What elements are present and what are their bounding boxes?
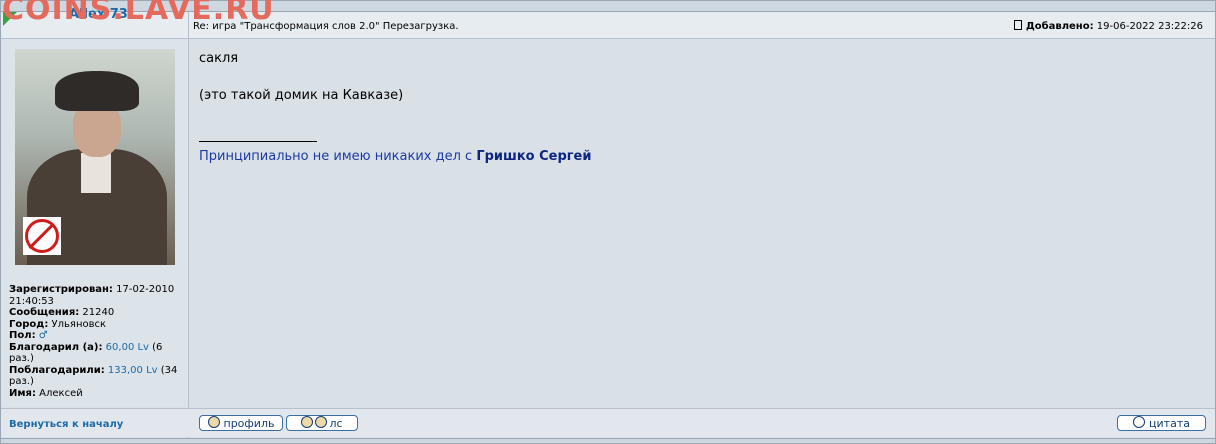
gender-row: Пол: ♂	[9, 330, 48, 341]
got-thanks-row: Поблагодарили: 133,00 Lv (34 раз.)	[9, 364, 178, 388]
document-icon	[1013, 20, 1022, 30]
profile-button[interactable]: профиль	[199, 415, 283, 431]
messages-row: Сообщения: 21240	[9, 307, 115, 318]
signature-name-link[interactable]: Гришко Сергей	[476, 149, 591, 164]
author-profile: Зарегистрирован: 17-02-2010 21:40:53 Соо…	[9, 284, 185, 399]
column-separator	[188, 12, 189, 442]
signature: Принципиально не имею никаких дел с Гриш…	[199, 149, 592, 164]
post-frame: Re: игра "Трансформация слов 2.0" Переза…	[0, 0, 1216, 444]
thanked-link[interactable]: 60,00 Lv	[106, 342, 149, 353]
registered-row: Зарегистрирован: 17-02-2010 21:40:53	[9, 284, 175, 307]
added-label: Добавлено:	[1025, 21, 1094, 32]
speech-bubble-icon	[1133, 416, 1146, 428]
post-footer: Вернуться к началу профиль лс цитата	[1, 408, 1215, 437]
post-line-2: (это такой домик на Кавказе)	[199, 88, 404, 103]
name-row: Имя: Алексей	[9, 387, 83, 399]
back-to-top-link[interactable]: Вернуться к началу	[9, 419, 123, 430]
city-row: Город: Ульяновск	[9, 318, 107, 330]
quote-button[interactable]: цитата	[1117, 415, 1206, 431]
watermark: COINS.LAVE.RU	[2, 0, 275, 27]
post-body: сакля (это такой домик на Кавказе)	[199, 51, 403, 103]
no-smoking-icon	[23, 217, 61, 255]
users-icon	[301, 416, 314, 428]
male-icon: ♂	[38, 330, 48, 341]
author-column: Зарегистрирован: 17-02-2010 21:40:53 Соо…	[1, 39, 188, 407]
thanked-row: Благодарил (а): 60,00 Lv (6 раз.)	[9, 341, 163, 365]
pm-button[interactable]: лс	[286, 415, 358, 431]
avatar	[15, 49, 175, 265]
post-line-1: сакля	[199, 51, 239, 66]
post-date: Добавлено: 19-06-2022 23:22:26	[1013, 20, 1203, 32]
signature-divider	[199, 141, 317, 142]
user-icon	[207, 416, 220, 428]
got-thanks-link[interactable]: 133,00 Lv	[108, 365, 158, 376]
added-value: 19-06-2022 23:22:26	[1096, 21, 1203, 32]
bottom-bar	[1, 438, 1215, 443]
